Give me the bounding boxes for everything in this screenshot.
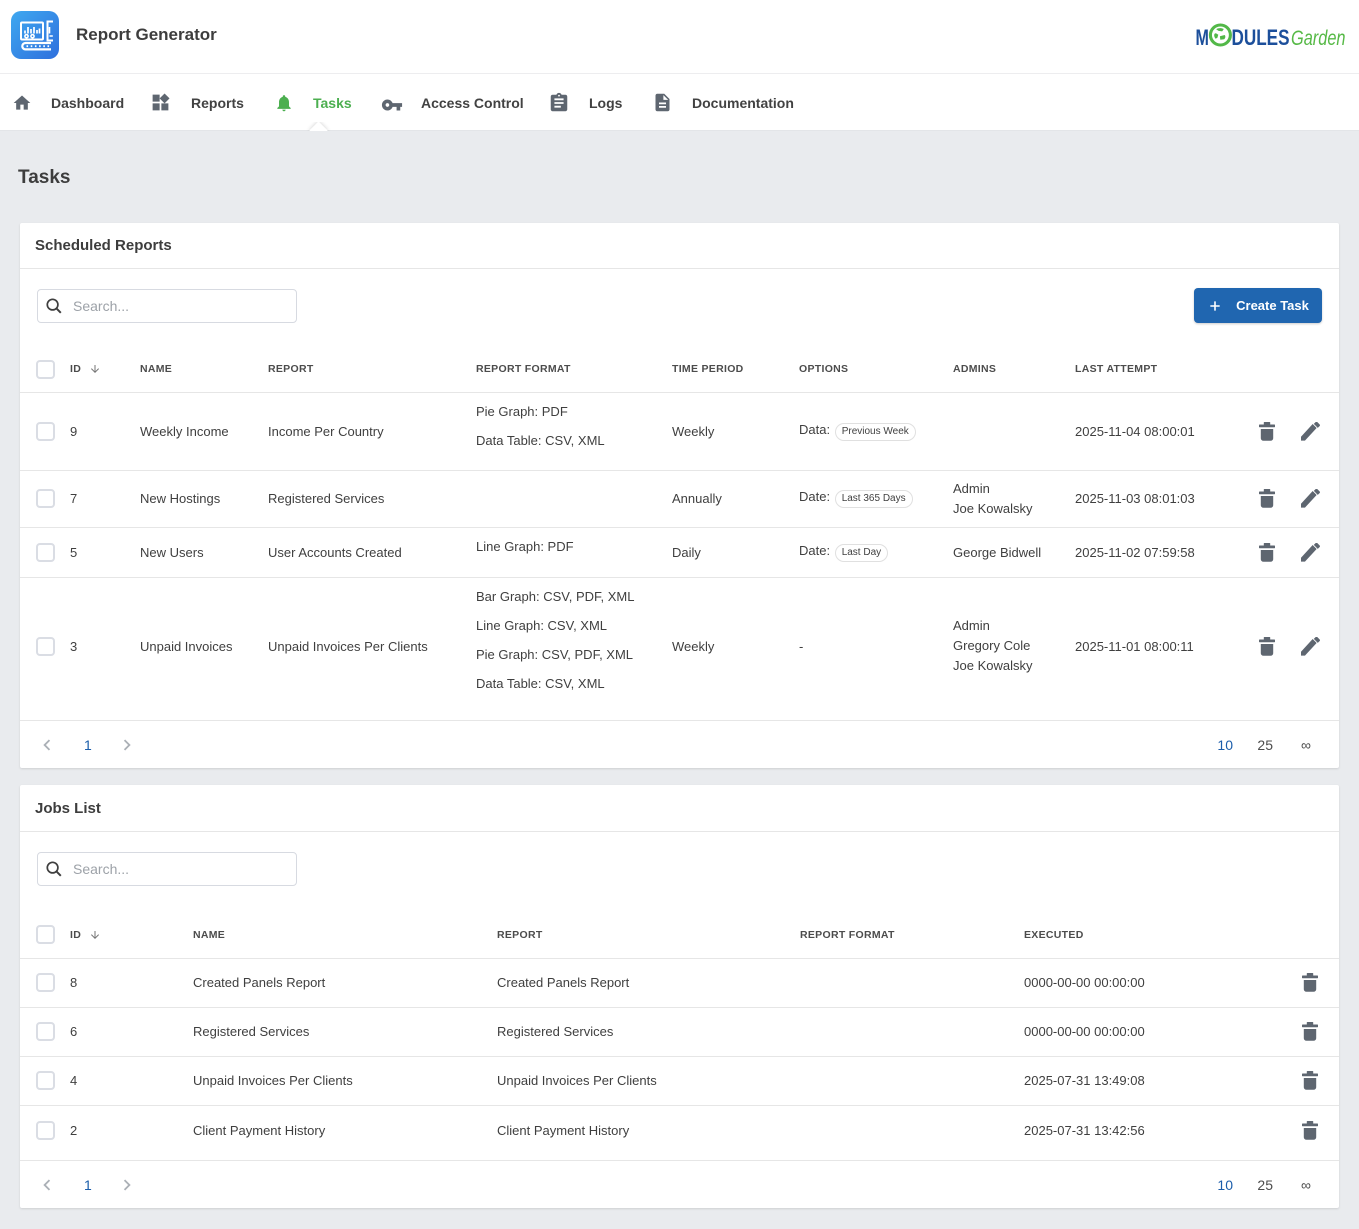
- svg-text:Garden: Garden: [1291, 27, 1346, 48]
- svg-text:M: M: [1196, 25, 1209, 48]
- svg-text:DULES: DULES: [1232, 25, 1290, 48]
